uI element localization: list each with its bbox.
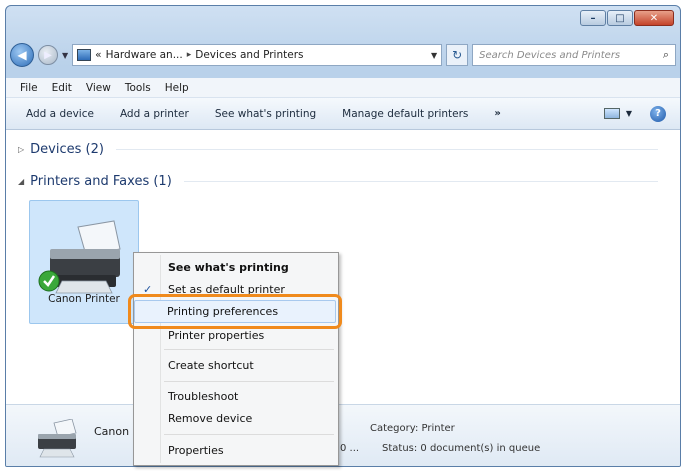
add-device-button[interactable]: Add a device [26,108,94,120]
menu-bar: File Edit View Tools Help [6,78,680,98]
callout-highlight-box [128,294,342,329]
menu-item-properties[interactable]: Properties [168,444,224,457]
forward-arrow-icon: ▶ [44,49,52,61]
recent-pages-dropdown-icon[interactable]: ▼ [62,51,68,60]
view-icon [603,108,620,119]
view-tools: ▼ ? [603,105,666,122]
address-row: ◀ ▶ ▼ « Hardware an... ▸ Devices and Pri… [10,42,676,68]
expanded-arrow-icon: ◢ [18,177,25,186]
group-label-devices: Devices (2) [30,142,104,157]
breadcrumb-devices-printers[interactable]: Devices and Printers [195,49,303,61]
menu-help[interactable]: Help [165,82,189,94]
menu-item-remove-device[interactable]: Remove device [168,412,252,425]
refresh-icon: ↻ [452,48,463,62]
breadcrumb-overflow[interactable]: « [95,49,101,61]
change-view-button[interactable]: ▼ [603,108,632,119]
back-button[interactable]: ◀ [10,43,34,67]
more-commands-button[interactable]: » [494,108,500,119]
details-truncated-value: 0 ... [340,443,360,454]
menu-item-see-whats-printing[interactable]: See what's printing [168,261,289,274]
minimize-button[interactable]: – [580,10,606,26]
printer-label: Canon Printer [48,293,120,305]
view-dropdown-icon: ▼ [625,109,632,118]
search-icon[interactable]: ⌕ [663,48,669,62]
close-button[interactable]: ✕ [634,10,674,26]
group-header-printers[interactable]: ◢ Printers and Faxes (1) [18,174,658,189]
content-pane: ▷ Devices (2) ◢ Printers and Faxes (1) C… [6,130,680,404]
details-status: Status: 0 document(s) in queue [382,443,541,454]
menu-separator [164,434,334,435]
address-bar[interactable]: « Hardware an... ▸ Devices and Printers … [72,44,443,66]
see-whats-printing-button[interactable]: See what's printing [215,108,316,120]
forward-button[interactable]: ▶ [38,45,58,65]
add-printer-button[interactable]: Add a printer [120,108,189,120]
refresh-button[interactable]: ↻ [446,44,469,66]
details-device-name: Canon [94,425,130,438]
maximize-button[interactable]: □ [607,10,633,26]
search-placeholder: Search Devices and Printers [479,49,621,61]
explorer-window: – □ ✕ ◀ ▶ ▼ « Hardware an... ▸ Devices a… [5,5,681,467]
search-input[interactable]: Search Devices and Printers ⌕ [472,44,676,66]
canon-printer-item[interactable]: Canon Printer [29,200,139,324]
menu-file[interactable]: File [20,82,38,94]
back-arrow-icon: ◀ [17,48,27,62]
window-caption-buttons: – □ ✕ [580,10,674,26]
breadcrumb-separator-icon[interactable]: ▸ [187,50,192,60]
menu-tools[interactable]: Tools [125,82,151,94]
printer-context-menu: See what's printing ✓ Set as default pri… [133,252,339,466]
group-divider [115,149,658,150]
details-category: Category: Printer [370,423,455,434]
details-pane: Canon Category: Printer 0 ... Status: 0 … [6,404,680,466]
command-bar: Add a device Add a printer See what's pr… [6,98,680,130]
menu-separator [164,349,334,350]
menu-item-create-shortcut[interactable]: Create shortcut [168,359,254,372]
menu-item-printer-properties[interactable]: Printer properties [168,329,264,342]
group-label-printers: Printers and Faxes (1) [30,174,172,189]
help-icon[interactable]: ? [650,105,666,122]
menu-view[interactable]: View [86,82,111,94]
address-dropdown-icon[interactable]: ▼ [431,51,437,60]
menu-gutter [160,255,161,463]
printer-icon [38,220,121,294]
details-printer-icon [38,419,77,458]
manage-default-printers-button[interactable]: Manage default printers [342,108,468,120]
menu-item-troubleshoot[interactable]: Troubleshoot [168,390,238,403]
menu-separator [164,381,334,382]
collapsed-arrow-icon: ▷ [18,145,25,154]
group-header-devices[interactable]: ▷ Devices (2) [18,142,658,157]
menu-edit[interactable]: Edit [52,82,72,94]
group-divider [183,181,658,182]
breadcrumb-hardware[interactable]: Hardware an... [106,49,183,61]
control-panel-icon [77,49,92,61]
